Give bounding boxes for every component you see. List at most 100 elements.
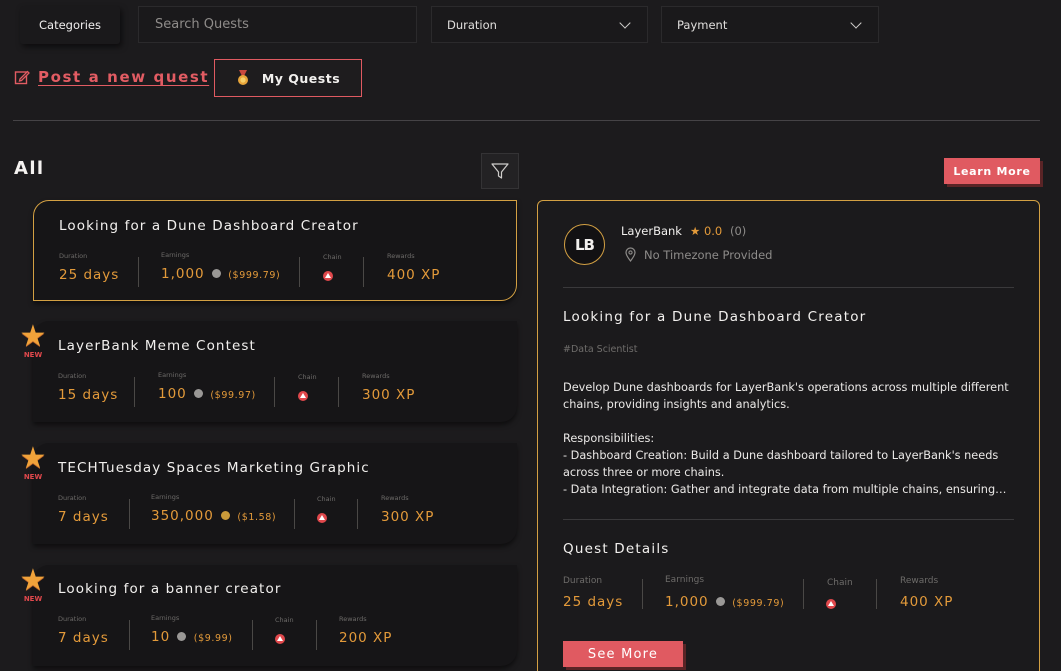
earnings-label: Earnings (151, 614, 180, 622)
earnings-usd: ($9.99) (193, 633, 233, 644)
quest-card[interactable]: Looking for a Dune Dashboard Creator Dur… (33, 200, 517, 301)
detail-title: Looking for a Dune Dashboard Creator (563, 309, 867, 325)
chevron-down-icon (619, 16, 631, 29)
quest-card[interactable]: TECHTuesday Spaces Marketing Graphic Dur… (33, 443, 517, 544)
duration-select-label: Duration (447, 17, 497, 32)
token-icon (177, 631, 187, 641)
earnings-label: Earnings (151, 493, 180, 501)
post-quest-link[interactable]: Post a new quest (14, 64, 209, 90)
chain-label: Chain (317, 495, 336, 503)
quest-title: Looking for a banner creator (58, 581, 282, 597)
duration-value: 7 days (58, 509, 109, 525)
quest-details-heading: Quest Details (563, 541, 670, 557)
earnings-value: 1,000 ($999.79) (665, 594, 784, 610)
quest-title: LayerBank Meme Contest (58, 338, 256, 354)
duration-value: 15 days (58, 387, 119, 403)
rewards-label: Rewards (900, 576, 939, 586)
earnings-usd: ($1.58) (237, 512, 277, 523)
duration-value: 7 days (58, 630, 109, 646)
avalanche-chain-icon (317, 513, 327, 523)
payment-select[interactable]: Payment (661, 6, 879, 43)
duration-value: 25 days (59, 267, 120, 283)
filter-button[interactable] (481, 153, 519, 189)
new-badge: ★ NEW (16, 566, 50, 608)
earnings-label: Earnings (158, 371, 187, 379)
search-input[interactable] (155, 17, 416, 32)
stat-divider (252, 620, 253, 650)
medal-icon (237, 70, 248, 85)
avalanche-chain-icon (275, 634, 285, 644)
avalanche-chain-icon (323, 271, 333, 281)
stat-divider (357, 499, 358, 529)
divider (563, 519, 1014, 520)
stat-divider (363, 257, 364, 287)
timezone-label: No Timezone Provided (644, 247, 773, 262)
star-icon: ★ (19, 441, 47, 476)
see-more-button[interactable]: See More (563, 641, 683, 667)
token-icon (221, 510, 231, 520)
duration-label: Duration (58, 372, 87, 380)
quest-title: Looking for a Dune Dashboard Creator (59, 218, 359, 234)
earnings-value: 100 ($99.97) (158, 386, 256, 402)
chain-label: Chain (298, 373, 317, 381)
duration-value: 25 days (563, 594, 624, 610)
skill-tag: #Data Scientist (563, 344, 638, 355)
rewards-value: 300 XP (362, 387, 416, 403)
earnings-value: 350,000 ($1.58) (151, 508, 276, 524)
divider (563, 287, 1014, 288)
section-title: All (14, 158, 45, 179)
post-quest-label: Post a new quest (38, 68, 210, 86)
stat-divider (274, 377, 275, 407)
earnings-amount: 100 (158, 386, 187, 402)
earnings-amount: 350,000 (151, 508, 214, 524)
duration-label: Duration (563, 576, 603, 586)
payment-select-label: Payment (677, 17, 728, 32)
stat-divider (876, 579, 877, 609)
earnings-amount: 10 (151, 629, 171, 645)
earnings-usd: ($99.97) (210, 390, 256, 401)
edit-icon (14, 70, 30, 85)
timezone: No Timezone Provided (625, 247, 772, 262)
new-badge: ★ NEW (16, 322, 50, 364)
quest-card[interactable]: Looking for a banner creator Duration 7 … (33, 565, 517, 666)
rewards-value: 400 XP (387, 267, 441, 283)
avalanche-chain-icon (298, 391, 308, 401)
quest-card[interactable]: LayerBank Meme Contest Duration 15 days … (33, 321, 517, 422)
my-quests-label: My Quests (261, 70, 341, 86)
chevron-down-icon (850, 16, 862, 29)
divider (13, 120, 1040, 121)
stat-divider (803, 579, 804, 609)
company-rating: ★ 0.0 (690, 224, 723, 238)
rewards-value: 300 XP (381, 509, 435, 525)
star-icon: ★ (19, 563, 47, 598)
stat-divider (316, 620, 317, 650)
filter-icon (491, 163, 509, 179)
stat-divider (294, 499, 295, 529)
earnings-amount: 1,000 (665, 594, 709, 610)
my-quests-button[interactable]: My Quests (214, 59, 362, 97)
new-badge: ★ NEW (16, 444, 50, 486)
chain-label: Chain (323, 253, 342, 261)
avalanche-chain-icon (826, 599, 836, 609)
stat-divider (129, 620, 130, 650)
stat-divider (138, 257, 139, 287)
earnings-value: 10 ($9.99) (151, 629, 233, 645)
earnings-label: Earnings (161, 251, 190, 259)
categories-button[interactable]: Categories (20, 6, 120, 44)
quest-detail-panel: LB LayerBank ★ 0.0 (0) No Timezone Provi… (537, 200, 1040, 671)
duration-select[interactable]: Duration (431, 6, 648, 43)
duration-label: Duration (58, 494, 87, 502)
search-box[interactable] (138, 6, 417, 43)
stat-divider (129, 499, 130, 529)
token-icon (211, 268, 221, 278)
stat-divider (299, 257, 300, 287)
company-name[interactable]: LayerBank (621, 224, 682, 238)
learn-more-button[interactable]: Learn More (944, 158, 1040, 184)
chain-label: Chain (275, 616, 294, 624)
stat-divider (134, 377, 135, 407)
rewards-value: 200 XP (339, 630, 393, 646)
stat-divider (642, 579, 643, 609)
quest-title: TECHTuesday Spaces Marketing Graphic (58, 460, 370, 476)
chain-label: Chain (827, 578, 853, 588)
location-pin-icon (625, 247, 636, 262)
